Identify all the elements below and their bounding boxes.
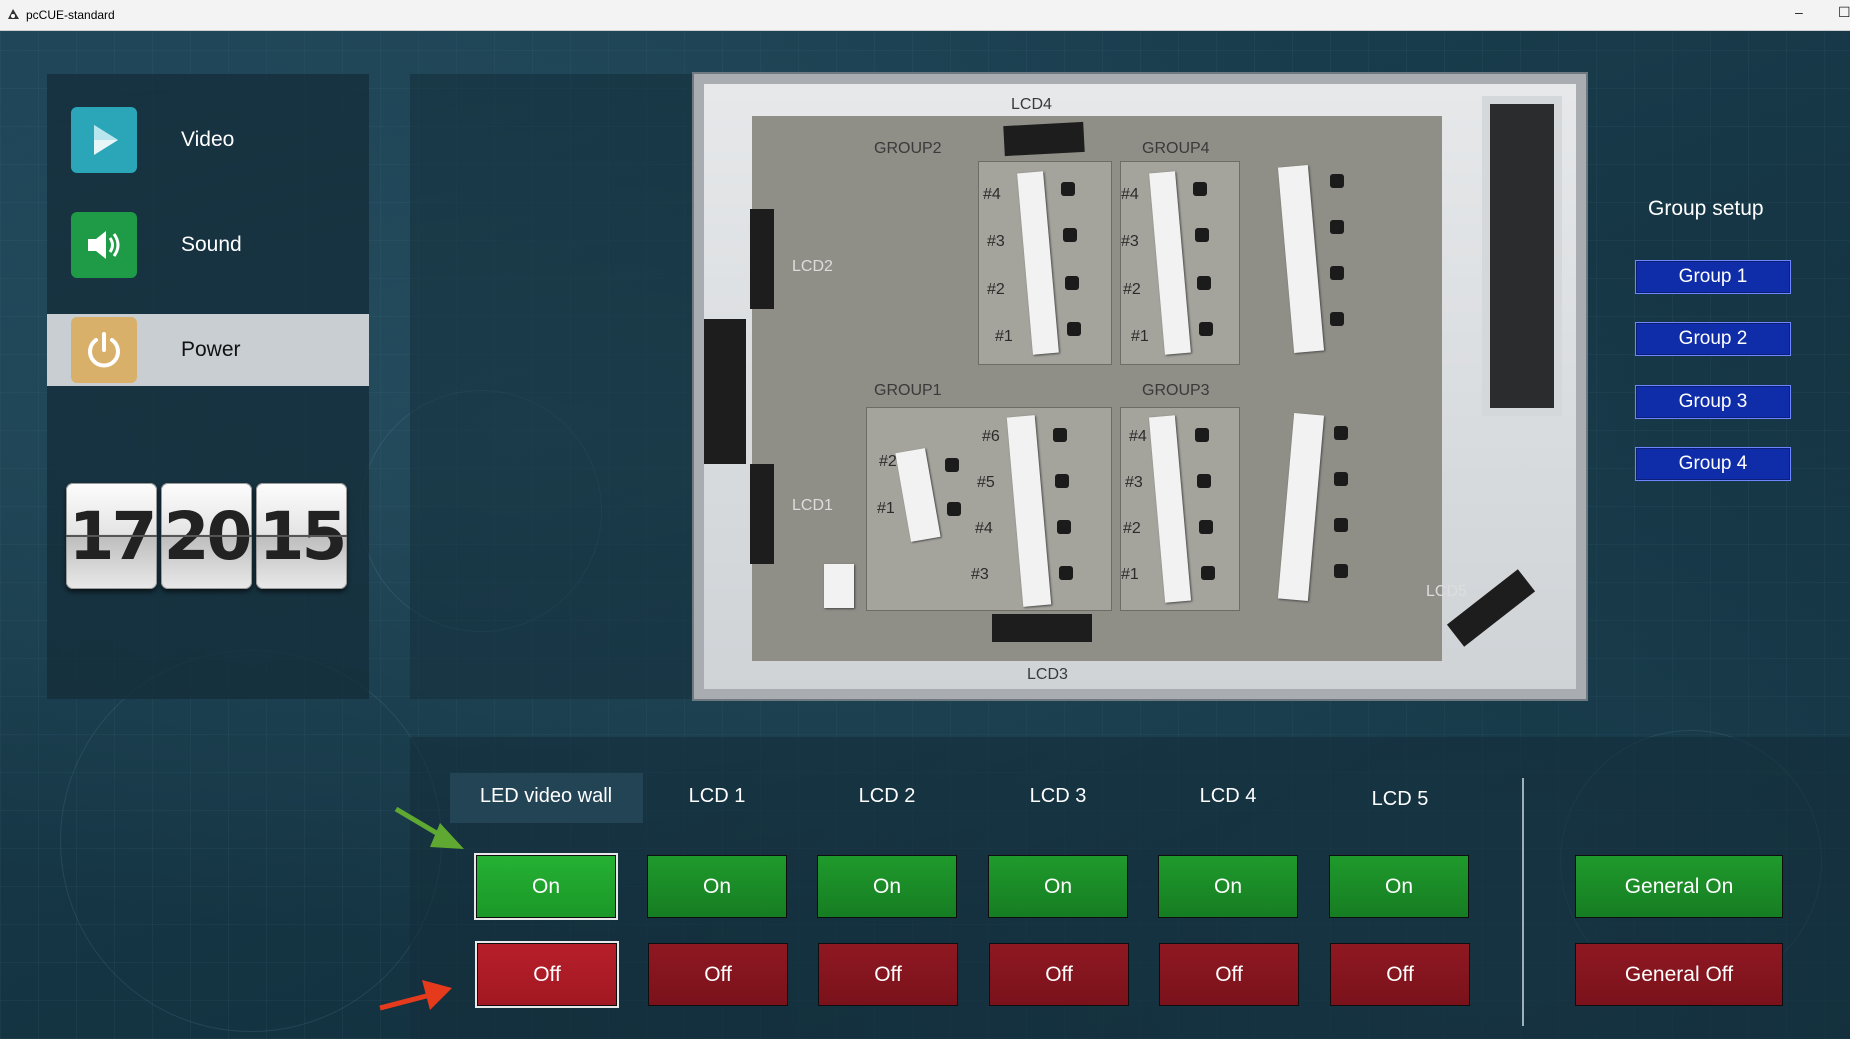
group2-area: #4 #3 #2 #1 (978, 161, 1112, 365)
group-2-button[interactable]: Group 2 (1635, 322, 1791, 356)
group4-seat: #4 (1121, 186, 1139, 203)
lcd4-off-button[interactable]: Off (1159, 943, 1299, 1006)
group1-area: #2 #1 #6 #5 #4 #3 (866, 407, 1112, 611)
col-lcd-4: LCD 4 (1199, 785, 1257, 807)
group-1-button[interactable]: Group 1 (1635, 260, 1791, 294)
group1-seat: #1 (877, 500, 895, 517)
nav-video-label: Video (181, 128, 235, 151)
group4-seat: #3 (1121, 233, 1139, 250)
play-icon (71, 107, 137, 173)
lcd2-off-button[interactable]: Off (818, 943, 958, 1006)
lcd5-label: LCD5 (1426, 583, 1467, 600)
lcd3-label: LCD3 (1027, 666, 1068, 683)
lcd3-screen (992, 614, 1092, 642)
led-video-wall (704, 319, 746, 464)
lectern (824, 564, 854, 608)
middle-panel (410, 74, 695, 699)
left-nav-panel: Video Sound Power (47, 74, 369, 699)
side-room (1482, 96, 1562, 416)
group1-seat: #4 (975, 520, 993, 537)
flip-clock: 17 20 15 (66, 483, 347, 589)
nav-power[interactable]: Power (47, 314, 369, 386)
nav-sound[interactable]: Sound (47, 209, 369, 281)
nav-sound-label: Sound (181, 233, 242, 256)
group1-seat: #3 (971, 566, 989, 583)
group-4-button[interactable]: Group 4 (1635, 447, 1791, 481)
lcd5-on-button[interactable]: On (1329, 855, 1469, 918)
lcd1-off-button[interactable]: Off (648, 943, 788, 1006)
lcd4-on-button[interactable]: On (1158, 855, 1298, 918)
power-icon (71, 317, 137, 383)
group2-seat: #3 (987, 233, 1005, 250)
clock-seconds: 15 (256, 483, 347, 589)
col-lcd-1: LCD 1 (688, 785, 746, 807)
app-icon (8, 9, 19, 19)
group4-seat: #2 (1123, 281, 1141, 298)
window-title: pcCUE-standard (26, 8, 115, 22)
group-setup-title: Group setup (1648, 197, 1764, 220)
lcd2-label: LCD2 (792, 258, 833, 275)
clock-minutes: 20 (161, 483, 252, 589)
led-wall-on-button[interactable]: On (476, 855, 616, 918)
lcd4-screen (1003, 121, 1085, 157)
window-titlebar: pcCUE-standard – ☐ (0, 0, 1850, 31)
green-arrow-icon (394, 806, 464, 849)
clock-hours: 17 (66, 483, 157, 589)
group-3-button[interactable]: Group 3 (1635, 385, 1791, 419)
col-lcd-3: LCD 3 (1029, 785, 1087, 807)
general-off-button[interactable]: General Off (1575, 943, 1783, 1006)
group4-seat: #1 (1131, 328, 1149, 345)
group2-seat: #4 (983, 186, 1001, 203)
group1-seat: #2 (879, 453, 897, 470)
speaker-icon (71, 212, 137, 278)
group3-label: GROUP3 (1142, 382, 1210, 399)
col-lcd-2: LCD 2 (858, 785, 916, 807)
group2-seat: #2 (987, 281, 1005, 298)
group3-seat: #1 (1121, 566, 1139, 583)
lcd3-off-button[interactable]: Off (989, 943, 1129, 1006)
control-divider (1522, 778, 1524, 1026)
room-floor-plan: LCD4 LCD2 LCD1 LCD3 LCD5 GROUP2 GROUP4 G… (694, 74, 1586, 699)
maximize-button[interactable]: ☐ (1838, 4, 1850, 21)
lcd1-on-button[interactable]: On (647, 855, 787, 918)
lcd2-screen (750, 209, 774, 309)
lcd5-off-button[interactable]: Off (1330, 943, 1470, 1006)
col-lcd-5: LCD 5 (1371, 788, 1429, 810)
group3-area: #4 #3 #2 #1 (1120, 407, 1240, 611)
group1-seat: #5 (977, 474, 995, 491)
lcd2-on-button[interactable]: On (817, 855, 957, 918)
led-wall-off-button[interactable]: Off (477, 943, 617, 1006)
group4-area: #4 #3 #2 #1 (1120, 161, 1240, 365)
group3-seat: #3 (1125, 474, 1143, 491)
lcd1-label: LCD1 (792, 497, 833, 514)
group4-label: GROUP4 (1142, 140, 1210, 157)
red-arrow-icon (379, 980, 452, 1011)
group3-seat: #4 (1129, 428, 1147, 445)
lcd4-label: LCD4 (1011, 96, 1052, 113)
group2-seat: #1 (995, 328, 1013, 345)
minimize-button[interactable]: – (1795, 4, 1803, 20)
lcd1-screen (750, 464, 774, 564)
group1-label: GROUP1 (874, 382, 942, 399)
nav-power-label: Power (181, 338, 241, 361)
lcd3-on-button[interactable]: On (988, 855, 1128, 918)
group3-seat: #2 (1123, 520, 1141, 537)
nav-video[interactable]: Video (47, 104, 369, 176)
group1-seat: #6 (982, 428, 1000, 445)
general-on-button[interactable]: General On (1575, 855, 1783, 918)
group2-label: GROUP2 (874, 140, 942, 157)
col-led-video-wall: LED video wall (479, 785, 613, 807)
